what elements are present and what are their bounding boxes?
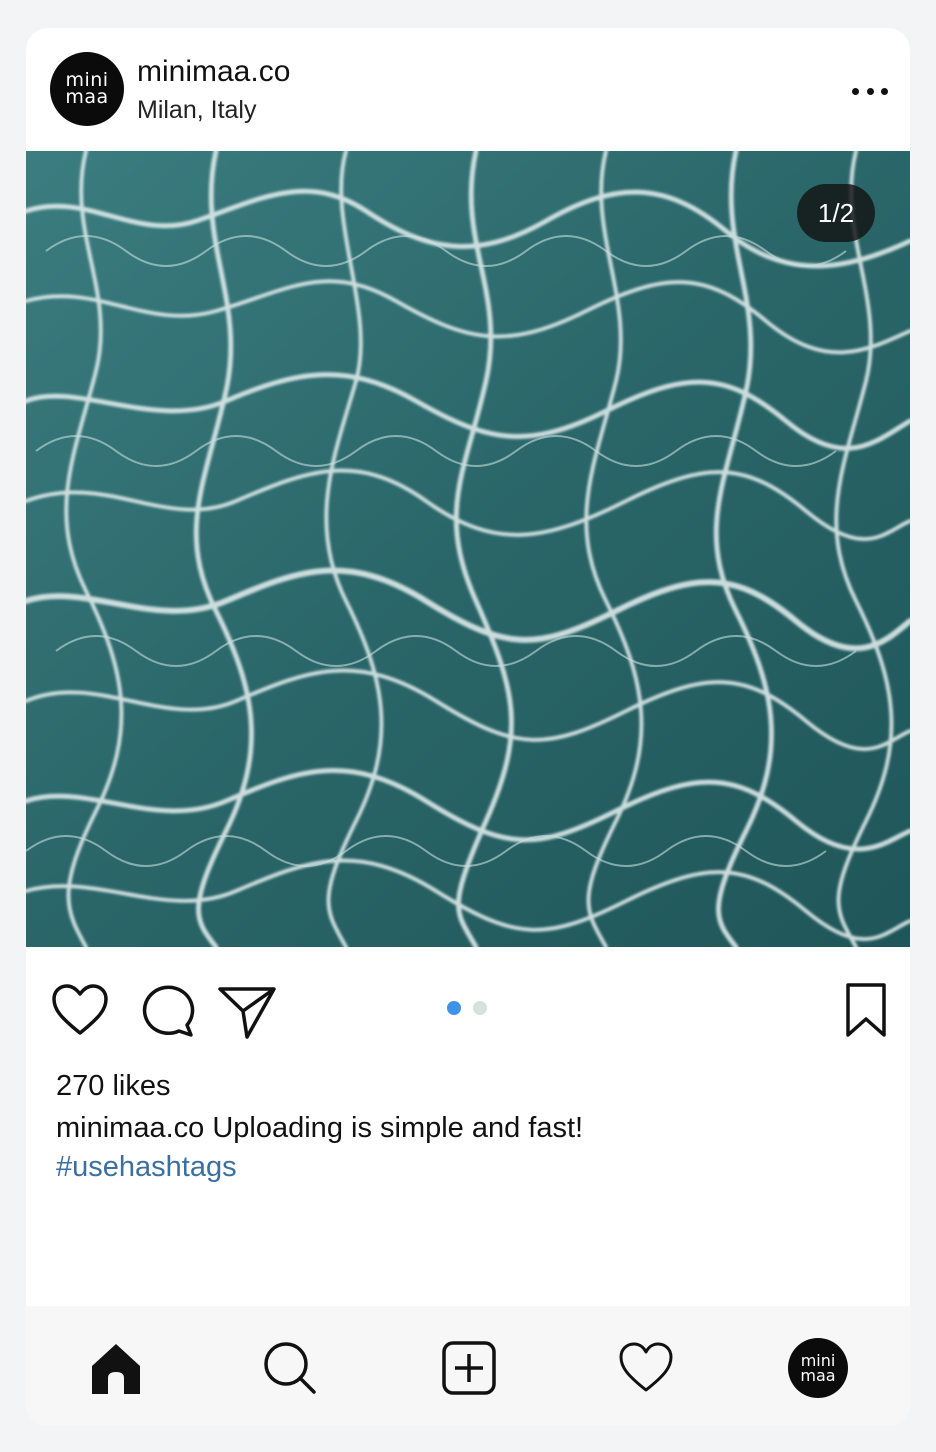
profile-avatar[interactable]: mini maa [50,52,124,126]
search-icon[interactable] [260,1338,320,1398]
profile-nav-avatar[interactable]: mini maa [788,1338,848,1398]
send-icon[interactable] [217,981,277,1041]
nav-avatar-text-bottom: maa [800,1366,836,1385]
caption-username[interactable]: minimaa.co [56,1112,204,1144]
image-counter: 1/2 [797,184,875,242]
avatar-text-bottom: maa [65,86,109,108]
post-header: mini maa minimaa.co Milan, Italy [26,28,910,150]
more-horizontal-icon[interactable] [852,84,888,98]
home-icon[interactable] [86,1338,146,1398]
carousel-dot-active[interactable] [447,1001,461,1015]
heart-icon[interactable] [50,981,110,1041]
profile-avatar-small: mini maa [788,1338,848,1398]
post-location[interactable]: Milan, Italy [137,96,256,125]
caption: minimaa.co Uploading is simple and fast! [56,1112,583,1145]
post-actions [26,947,910,1057]
pool-water-photo [26,151,910,947]
bookmark-icon[interactable] [836,981,896,1041]
post-image[interactable]: 1/2 [26,151,910,947]
post-username[interactable]: minimaa.co [137,55,290,89]
caption-text: Uploading is simple and fast! [212,1112,584,1144]
activity-heart-icon[interactable] [616,1338,676,1398]
add-post-icon[interactable] [439,1338,499,1398]
carousel-dot[interactable] [473,1001,487,1015]
hashtag-link[interactable]: #usehashtags [56,1151,237,1184]
likes-count[interactable]: 270 likes [56,1070,170,1103]
post-card: mini maa minimaa.co Milan, Italy 1/2 270… [26,28,910,1426]
bottom-nav: mini maa [26,1306,910,1426]
carousel-indicator [447,1001,487,1015]
comment-icon[interactable] [137,981,197,1041]
